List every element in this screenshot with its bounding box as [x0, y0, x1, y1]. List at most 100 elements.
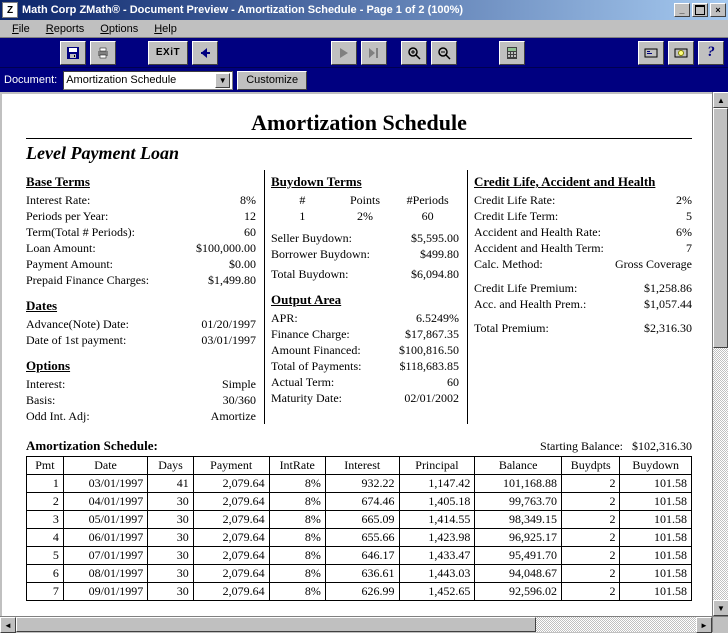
- table-cell: 101.58: [620, 475, 692, 493]
- table-cell: 04/01/1997: [63, 493, 147, 511]
- label: Acc. and Health Prem.:: [474, 296, 586, 312]
- play-icon: [339, 47, 349, 59]
- value: 60: [244, 224, 256, 240]
- table-cell: 8%: [269, 475, 325, 493]
- zoom-out-button[interactable]: [431, 41, 457, 65]
- tool-b-button[interactable]: [668, 41, 694, 65]
- value: $5,595.00: [411, 230, 459, 246]
- table-cell: 2,079.64: [193, 547, 269, 565]
- value: $1,258.86: [644, 280, 692, 296]
- print-button[interactable]: [90, 41, 116, 65]
- table-row: 103/01/1997412,079.648%932.221,147.42101…: [27, 475, 692, 493]
- zoom-in-icon: [407, 46, 421, 60]
- table-row: 305/01/1997302,079.648%665.091,414.5598,…: [27, 511, 692, 529]
- label: Credit Life Rate:: [474, 192, 555, 208]
- table-cell: 101.58: [620, 529, 692, 547]
- vertical-scrollbar[interactable]: ▲ ▼: [712, 92, 728, 616]
- table-cell: 4: [27, 529, 64, 547]
- back-arrow-icon: [198, 46, 212, 60]
- label: Date of 1st payment:: [26, 332, 126, 348]
- table-cell: 8%: [269, 565, 325, 583]
- section-base-terms: Base Terms: [26, 174, 256, 190]
- table-header-cell: Payment: [193, 457, 269, 475]
- table-cell: 8%: [269, 493, 325, 511]
- table-cell: 2: [561, 583, 619, 601]
- table-cell: 2: [561, 511, 619, 529]
- table-cell: 1,443.03: [399, 565, 475, 583]
- document-select-value: Amortization Schedule: [66, 74, 215, 86]
- value: $100,816.50: [399, 342, 459, 358]
- label: Credit Life Term:: [474, 208, 558, 224]
- tool-a-button[interactable]: [638, 41, 664, 65]
- minimize-button[interactable]: _: [674, 3, 690, 17]
- document-select[interactable]: Amortization Schedule ▼: [63, 71, 233, 90]
- scroll-up-button[interactable]: ▲: [713, 92, 728, 108]
- scroll-down-button[interactable]: ▼: [713, 600, 728, 616]
- end-icon: [368, 47, 380, 59]
- scroll-right-button[interactable]: ►: [696, 617, 712, 633]
- table-cell: 8%: [269, 583, 325, 601]
- horizontal-scrollbar[interactable]: ◄ ►: [0, 616, 712, 632]
- customize-button[interactable]: Customize: [237, 71, 307, 90]
- label: #: [271, 192, 334, 208]
- table-cell: 932.22: [325, 475, 399, 493]
- scroll-thumb[interactable]: [16, 617, 536, 632]
- label: Credit Life Premium:: [474, 280, 577, 296]
- close-button[interactable]: ×: [710, 3, 726, 17]
- table-cell: 101.58: [620, 493, 692, 511]
- table-cell: 1,423.98: [399, 529, 475, 547]
- table-cell: 674.46: [325, 493, 399, 511]
- maximize-button[interactable]: [692, 3, 708, 17]
- table-cell: 5: [27, 547, 64, 565]
- table-cell: 96,925.17: [475, 529, 562, 547]
- print-icon: [96, 46, 110, 60]
- scroll-track[interactable]: [713, 348, 728, 600]
- save-icon: [66, 46, 80, 60]
- table-cell: 655.66: [325, 529, 399, 547]
- last-page-button[interactable]: [361, 41, 387, 65]
- table-row: 709/01/1997302,079.648%626.991,452.6592,…: [27, 583, 692, 601]
- value: Amortize: [211, 408, 256, 424]
- scroll-track[interactable]: [536, 617, 696, 632]
- label: #Periods: [396, 192, 459, 208]
- prev-page-button[interactable]: [331, 41, 357, 65]
- scroll-thumb[interactable]: [713, 108, 728, 348]
- titlebar: Z Math Corp ZMath® - Document Preview - …: [0, 0, 728, 20]
- table-cell: 30: [148, 529, 193, 547]
- table-row: 608/01/1997302,079.648%636.611,443.0394,…: [27, 565, 692, 583]
- calculator-icon: [506, 46, 518, 60]
- scroll-left-button[interactable]: ◄: [0, 617, 16, 633]
- section-options: Options: [26, 358, 256, 374]
- menu-help[interactable]: Help: [146, 22, 185, 36]
- back-button[interactable]: [192, 41, 218, 65]
- value: 2%: [676, 192, 692, 208]
- table-header-cell: Date: [63, 457, 147, 475]
- value: 7: [686, 240, 692, 256]
- value: $1,057.44: [644, 296, 692, 312]
- label: Finance Charge:: [271, 326, 350, 342]
- table-cell: 03/01/1997: [63, 475, 147, 493]
- label: Basis:: [26, 392, 55, 408]
- label: Calc. Method:: [474, 256, 543, 272]
- value: $0.00: [229, 256, 256, 272]
- label: Interest Rate:: [26, 192, 90, 208]
- zoom-in-button[interactable]: [401, 41, 427, 65]
- value: 01/20/1997: [201, 316, 256, 332]
- section-buydown: Buydown Terms: [271, 174, 459, 190]
- page-subtitle: Level Payment Loan: [26, 143, 692, 164]
- menu-reports[interactable]: Reports: [38, 22, 93, 36]
- calculator-button[interactable]: [499, 41, 525, 65]
- label: Interest:: [26, 376, 65, 392]
- help-button[interactable]: ?: [698, 41, 724, 65]
- save-button[interactable]: [60, 41, 86, 65]
- exit-button[interactable]: EXiT: [148, 41, 188, 65]
- menu-file[interactable]: File: [4, 22, 38, 36]
- table-cell: 1,452.65: [399, 583, 475, 601]
- menu-options[interactable]: Options: [92, 22, 146, 36]
- table-cell: 2: [561, 529, 619, 547]
- scroll-corner: [712, 616, 728, 632]
- table-row: 406/01/1997302,079.648%655.661,423.9896,…: [27, 529, 692, 547]
- value: $118,683.85: [399, 358, 459, 374]
- table-cell: 2,079.64: [193, 529, 269, 547]
- toolbar: EXiT ? Document:: [0, 38, 728, 92]
